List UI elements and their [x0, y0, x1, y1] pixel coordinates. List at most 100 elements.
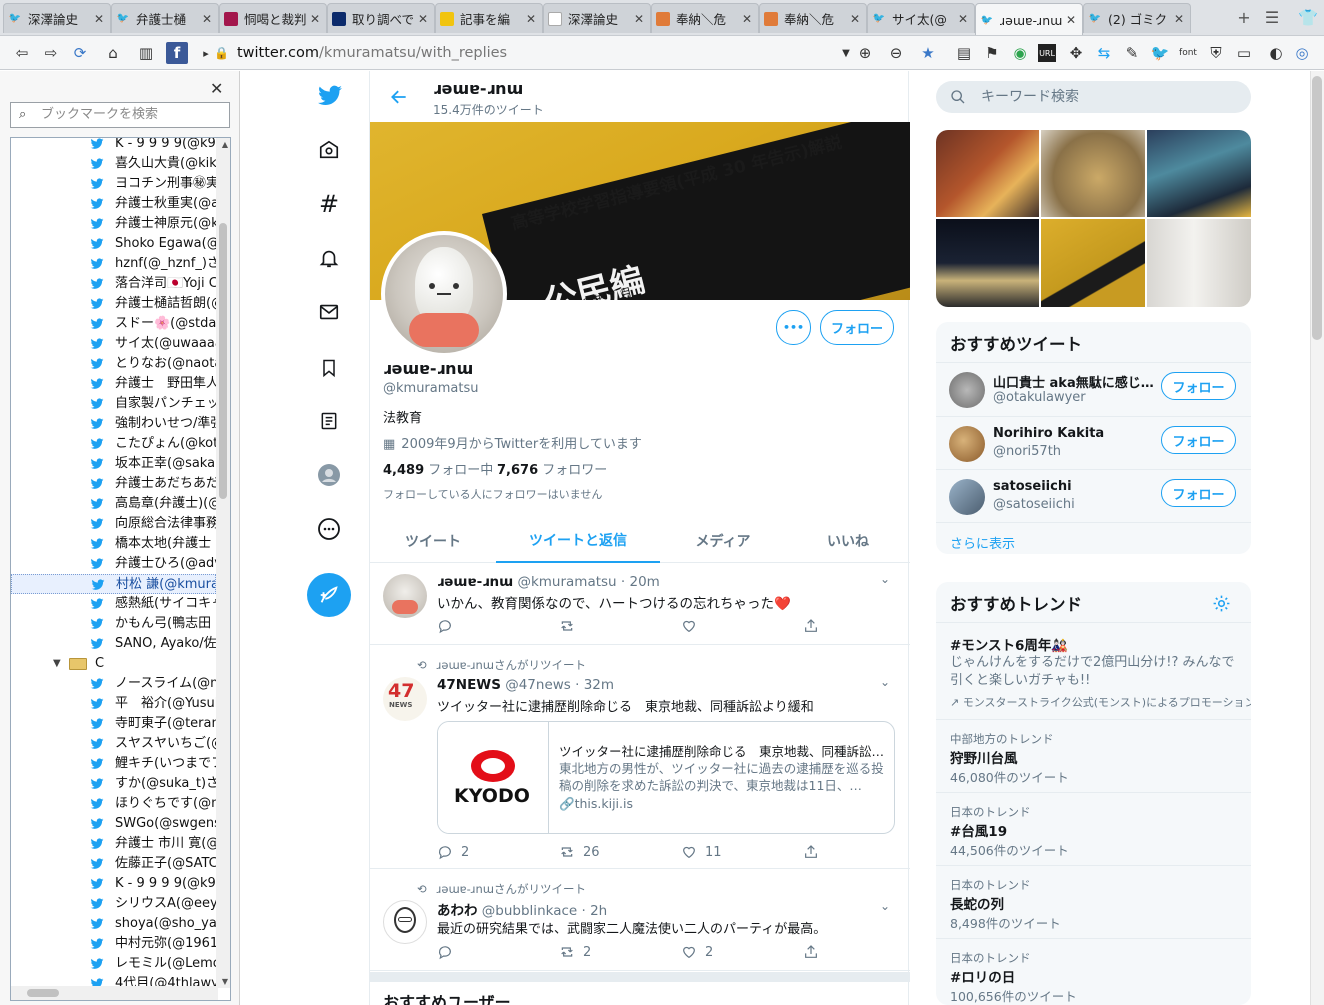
bookmark-item[interactable]: 高島章(弁護士)(@: [11, 494, 216, 514]
tweet-menu-chevron-icon[interactable]: ⌄: [880, 675, 890, 689]
following-link[interactable]: 4,489 フォロー中: [383, 459, 493, 478]
bookmark-item[interactable]: かもん弓(鴨志田: [11, 614, 216, 634]
tweet-author-name[interactable]: 47NEWS: [437, 677, 501, 693]
bookmark-item[interactable]: 坂本正幸(@sakar: [11, 454, 216, 474]
tweet-avatar[interactable]: [383, 900, 427, 944]
facebook-icon[interactable]: f: [166, 42, 188, 64]
tab-close-icon[interactable]: ✕: [956, 12, 970, 26]
bookmarks-nav-icon[interactable]: [315, 354, 343, 382]
bookmarks-sidebar-icon[interactable]: ▥: [136, 43, 156, 63]
messages-envelope-icon[interactable]: [315, 298, 343, 326]
more-options-icon[interactable]: [315, 515, 343, 543]
tab-close-icon[interactable]: ✕: [848, 12, 862, 26]
bookmark-item[interactable]: ノースライム(@noo: [11, 674, 216, 694]
trend-item[interactable]: 日本のトレンド #ロリの日 100,656件のツイート: [936, 938, 1251, 1005]
tweet-item[interactable]: ɹǝɯɐ-ɹnɯ @kmuramatsu · 20m ⌄ いかん、教育関係なので…: [370, 564, 910, 645]
bookmark-item[interactable]: レモミル(@Lemor: [11, 954, 216, 974]
bookmark-item[interactable]: 向原総合法律事務: [11, 514, 216, 534]
show-more-link[interactable]: さらに表示: [936, 522, 1251, 554]
media-thumbnail[interactable]: [936, 130, 1039, 217]
bookmark-item[interactable]: 喜久山大貴(@kik: [11, 154, 216, 174]
tab-likes[interactable]: いいね: [786, 519, 910, 563]
tab-media[interactable]: メディア: [660, 519, 786, 563]
bookmark-item[interactable]: サイ太(@uwaaaa): [11, 334, 216, 354]
tweet-time[interactable]: 2h: [590, 903, 607, 919]
bookmark-item[interactable]: すか(@suka_t)さん: [11, 774, 216, 794]
followers-link[interactable]: 7,676 フォロワー: [497, 459, 607, 478]
edit-icon[interactable]: ✎: [1122, 43, 1142, 63]
browser-tab[interactable]: 🐦 ɹǝɯɐ-ɹnɯ ✕: [975, 3, 1083, 35]
account-name[interactable]: 山口貴士 aka無駄に感じ…: [993, 372, 1153, 391]
media-thumbnail[interactable]: [1147, 219, 1251, 307]
tweet-item[interactable]: ⟲ ɹǝɯɐ-ɹnɯさんがリツイート 47 NEWS 47NEWS @47news …: [370, 646, 910, 869]
browser-tab[interactable]: 奉納＼危 ✕: [759, 3, 867, 33]
address-bar[interactable]: 🔒 twitter.com/kmuramatsu/with_replies: [214, 41, 854, 65]
bookmark-item[interactable]: 中村元弥(@1961: [11, 934, 216, 954]
recommended-account[interactable]: Norihiro Kakita @nori57th フォロー: [936, 416, 1251, 469]
like-button[interactable]: 11: [681, 844, 722, 860]
retweet-button[interactable]: 26: [559, 844, 600, 860]
twitter-search-input[interactable]: キーワード検索: [936, 81, 1251, 113]
bookmark-item[interactable]: 感熱紙(サイコキャ: [11, 594, 216, 614]
follow-button[interactable]: フォロー: [1161, 479, 1236, 507]
zoom-in-icon[interactable]: ⊕: [855, 43, 875, 63]
reply-button[interactable]: [437, 944, 461, 960]
bookmark-item[interactable]: 弁護士 市川 寛(@: [11, 834, 216, 854]
tweet-time[interactable]: 32m: [584, 677, 614, 693]
media-thumbnail[interactable]: [936, 219, 1039, 307]
tweet-author-handle[interactable]: @bubblinkace: [482, 903, 577, 919]
media-thumbnail[interactable]: [1041, 130, 1145, 217]
reply-button[interactable]: 2: [437, 844, 469, 860]
tweet-avatar[interactable]: [383, 574, 427, 618]
bookmark-item[interactable]: K - 9 9 9 9(@k99: [11, 138, 216, 154]
sync-icon[interactable]: ⇆: [1094, 43, 1114, 63]
bookmark-item[interactable]: ほりぐちです(@ms: [11, 794, 216, 814]
tab-close-icon[interactable]: ✕: [416, 12, 430, 26]
globe-icon[interactable]: ◎: [1292, 43, 1312, 63]
tab-close-icon[interactable]: ✕: [308, 12, 322, 26]
bookmark-horizontal-scrollbar[interactable]: [11, 986, 218, 1000]
bookmark-item[interactable]: シリウスA(@eeyy8: [11, 894, 216, 914]
trend-item[interactable]: 日本のトレンド 長蛇の列 8,498件のツイート: [936, 865, 1251, 938]
bookmark-item[interactable]: 鯉キチ(いつまでフ: [11, 754, 216, 774]
scroll-down-icon[interactable]: ▼: [222, 977, 228, 986]
tweet-avatar[interactable]: 47 NEWS: [383, 677, 427, 721]
overflow-chevron-icon[interactable]: ▸: [196, 43, 216, 63]
profile-more-button[interactable]: •••: [776, 310, 811, 345]
back-arrow-icon[interactable]: [389, 87, 409, 107]
twitter-logo-icon[interactable]: [316, 83, 344, 109]
bookmark-item[interactable]: Shoko Egawa(@: [11, 234, 216, 254]
bookmark-item[interactable]: 弁護士秋重実(@a: [11, 194, 216, 214]
share-button[interactable]: [803, 844, 827, 860]
media-thumbnail[interactable]: [1041, 219, 1145, 307]
account-name[interactable]: satoseiichi: [993, 479, 1153, 494]
tab-close-icon[interactable]: ✕: [524, 12, 538, 26]
bookmark-item[interactable]: 落合洋司🇯🇵Yoji C: [11, 274, 216, 294]
account-avatar[interactable]: [949, 479, 985, 515]
retweet-button[interactable]: [559, 618, 583, 634]
browser-tab[interactable]: 🐦 弁護士樋 ✕: [111, 3, 219, 33]
tab-close-icon[interactable]: ✕: [632, 12, 646, 26]
browser-tab[interactable]: 恫喝と裁判 ✕: [219, 3, 327, 33]
scroll-up-icon[interactable]: ▲: [222, 140, 228, 149]
back-icon[interactable]: ⇦: [12, 43, 32, 63]
follow-button[interactable]: フォロー: [1161, 372, 1236, 400]
font-extension-icon[interactable]: font: [1178, 43, 1198, 63]
bookmark-search-input[interactable]: ⌕ ブックマークを検索: [10, 102, 230, 128]
bookmark-item[interactable]: スドー🌸(@stdau: [11, 314, 216, 334]
bookmark-star-icon[interactable]: ★: [918, 43, 938, 63]
bookmark-item[interactable]: 弁護士神原元(@k: [11, 214, 216, 234]
tweet-time[interactable]: 20m: [629, 574, 659, 590]
tab-tweets[interactable]: ツイート: [370, 519, 496, 563]
target-icon[interactable]: ✥: [1066, 43, 1086, 63]
recommended-account[interactable]: satoseiichi @satoseiichi フォロー: [936, 469, 1251, 522]
folder-expand-icon[interactable]: ▼: [53, 654, 61, 674]
bookmark-item[interactable]: 村松 謙(@kmuran: [11, 574, 216, 594]
page-scrollbar[interactable]: [1310, 71, 1324, 1005]
url-extension-icon[interactable]: URL: [1038, 44, 1056, 62]
bookmark-item[interactable]: K - 9 9 9 9(@k99: [11, 874, 216, 894]
bookmark-scroll-thumb[interactable]: [219, 223, 227, 499]
bookmark-item[interactable]: 弁護士樋詰哲朗(@: [11, 294, 216, 314]
browser-tab[interactable]: 🐦 (2) ゴミク ✕: [1083, 3, 1191, 33]
explore-hashtag-icon[interactable]: #: [315, 190, 343, 218]
